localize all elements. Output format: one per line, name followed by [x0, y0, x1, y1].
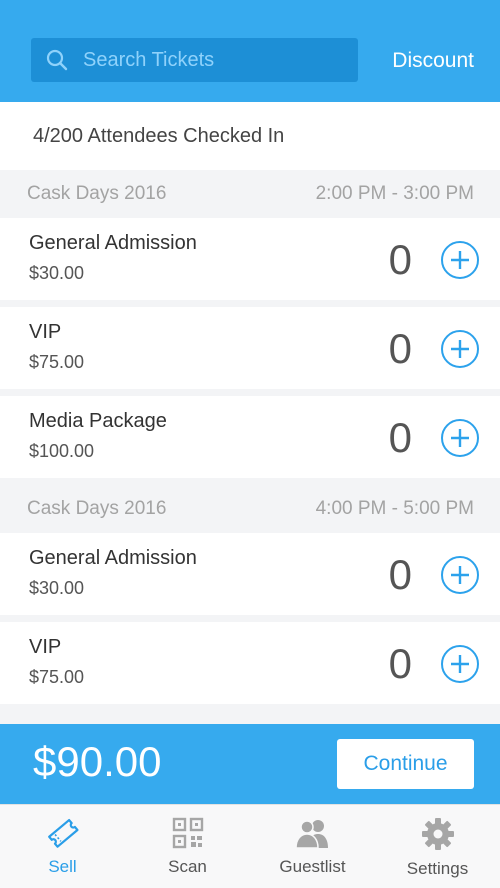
tab-settings[interactable]: Settings: [375, 805, 500, 888]
section-event-name: Cask Days 2016: [27, 498, 167, 519]
ticket-quantity: 0: [388, 325, 412, 372]
ticket-price: $75.00: [29, 352, 85, 372]
tab-sell[interactable]: Sell: [0, 805, 125, 888]
ticket-quantity: 0: [388, 236, 412, 283]
plus-icon: [451, 251, 469, 269]
tab-bar: Sell Scan Guestlist Settings: [0, 804, 500, 888]
ticket-name: VIP: [29, 636, 62, 658]
plus-icon: [451, 340, 469, 358]
header: Search Tickets Discount: [0, 0, 500, 102]
ticket-row: General Admission $30.00 0: [0, 218, 500, 300]
search-input[interactable]: Search Tickets: [31, 38, 358, 82]
gear-icon: [421, 818, 454, 850]
ticket-name: General Admission: [29, 232, 197, 254]
ticket-price: $30.00: [29, 263, 85, 283]
ticket-quantity: 0: [388, 640, 412, 687]
people-icon: [294, 820, 328, 849]
section-time: 2:00 PM - 3:00 PM: [315, 183, 474, 204]
ticket-row: VIP $75.00 0: [0, 622, 500, 704]
plus-icon: [451, 655, 469, 673]
section-header: Cask Days 2016 2:00 PM - 3:00 PM: [0, 170, 500, 218]
checkout-bar: $90.00 Continue: [0, 724, 500, 804]
continue-button[interactable]: Continue: [337, 739, 474, 789]
search-placeholder: Search Tickets: [83, 48, 215, 71]
add-ticket-button[interactable]: [441, 330, 479, 368]
tab-guestlist[interactable]: Guestlist: [250, 805, 375, 888]
tab-scan[interactable]: Scan: [125, 805, 250, 888]
section-time: 4:00 PM - 5:00 PM: [315, 498, 474, 519]
plus-icon: [451, 566, 469, 584]
add-ticket-button[interactable]: [441, 645, 479, 683]
add-ticket-button[interactable]: [441, 241, 479, 279]
section-event-name: Cask Days 2016: [27, 183, 167, 204]
add-ticket-button[interactable]: [441, 419, 479, 457]
ticket-icon: [47, 818, 79, 848]
ticket-row: Media Package $100.00 0: [0, 396, 500, 478]
plus-icon: [451, 429, 469, 447]
ticket-quantity: 0: [388, 414, 412, 461]
ticket-row: VIP $75.00 0: [0, 307, 500, 389]
ticket-name: VIP: [29, 321, 62, 343]
qr-code-icon: [172, 817, 203, 849]
ticket-row: General Admission $30.00 0: [0, 533, 500, 615]
ticket-name: Media Package: [29, 410, 167, 432]
ticket-list[interactable]: Cask Days 2016 2:00 PM - 3:00 PM General…: [0, 170, 500, 725]
tab-label: Guestlist: [279, 857, 346, 876]
tab-label: Sell: [48, 857, 77, 876]
discount-button[interactable]: Discount: [392, 49, 474, 73]
section-header: Cask Days 2016 4:00 PM - 5:00 PM: [0, 485, 500, 533]
order-total: $90.00: [33, 738, 162, 785]
ticket-price: $30.00: [29, 578, 85, 598]
tab-label: Settings: [406, 859, 469, 878]
search-icon: [46, 49, 68, 71]
ticket-quantity: 0: [388, 551, 412, 598]
checked-in-status: 4/200 Attendees Checked In: [0, 102, 500, 170]
tab-label: Scan: [168, 857, 207, 876]
ticket-price: $100.00: [29, 441, 95, 461]
ticket-name: General Admission: [29, 547, 197, 569]
ticket-price: $75.00: [29, 667, 85, 687]
add-ticket-button[interactable]: [441, 556, 479, 594]
